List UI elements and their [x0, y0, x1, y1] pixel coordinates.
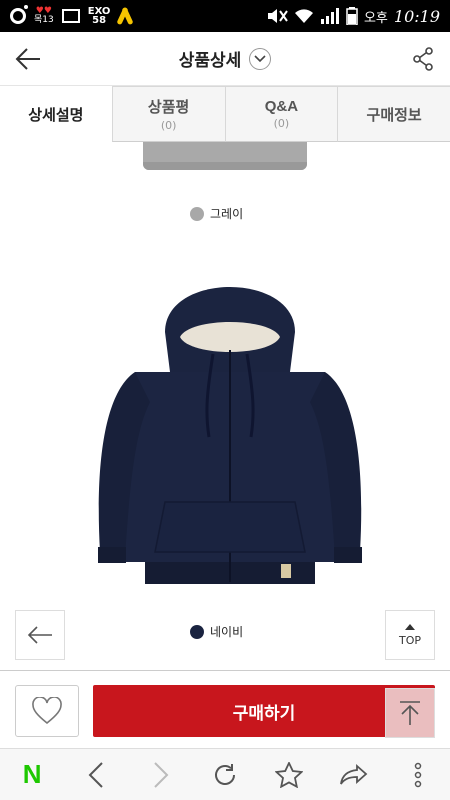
- share-button[interactable]: [412, 47, 434, 71]
- tab-label: 상품평: [147, 99, 190, 116]
- detail-tabs: 상세설명 상품평 (0) Q&A (0) 구매정보: [0, 86, 450, 142]
- tab-reviews[interactable]: 상품평 (0): [111, 86, 225, 142]
- buy-button[interactable]: 구매하기: [93, 685, 435, 737]
- clock: 10:19: [393, 6, 440, 26]
- reload-button[interactable]: [205, 755, 245, 795]
- status-bar: ♥♥ 목13 EXO 58 오후 10:19: [0, 0, 450, 32]
- grey-hoodie-image: [143, 142, 307, 170]
- chevron-down-icon: [254, 54, 266, 62]
- mute-icon: [267, 9, 288, 23]
- color-name: 네이비: [210, 625, 244, 639]
- naver-logo: N: [22, 759, 42, 789]
- color-option-navy: 네이비: [190, 623, 243, 640]
- caret-up-icon: [405, 623, 415, 630]
- tab-label: 구매정보: [366, 106, 422, 124]
- previous-button[interactable]: [15, 610, 65, 660]
- color-name: 그레이: [210, 207, 244, 221]
- browser-toolbar: N: [0, 748, 450, 800]
- battery-icon: [346, 7, 358, 25]
- more-menu-button[interactable]: [398, 755, 438, 795]
- tab-label: 상세설명: [28, 106, 84, 124]
- bookmark-button[interactable]: [269, 755, 309, 795]
- top-button[interactable]: TOP: [385, 610, 435, 660]
- app-header: 상품상세: [0, 32, 450, 86]
- tab-count: (0): [160, 119, 177, 132]
- forward-share-icon: [339, 763, 367, 785]
- chevron-left-icon: [89, 761, 104, 788]
- tab-count: (0): [273, 117, 290, 130]
- heart-icon: [32, 697, 62, 725]
- chevron-right-icon: [153, 761, 169, 788]
- share-page-button[interactable]: [334, 755, 374, 795]
- back-button[interactable]: [14, 45, 42, 73]
- tab-label: Q&A: [264, 98, 299, 115]
- title-dropdown-button[interactable]: [249, 47, 272, 70]
- product-detail-content: 그레이 네이비: [0, 142, 450, 670]
- tab-description[interactable]: 상세설명: [0, 86, 112, 142]
- navy-swatch: [190, 624, 204, 639]
- more-vertical-icon: [414, 762, 422, 787]
- wishlist-button[interactable]: [15, 685, 79, 737]
- tab-qna[interactable]: Q&A (0): [224, 86, 338, 142]
- yellow-ribbon-icon: [118, 7, 132, 25]
- top-label: TOP: [398, 633, 421, 647]
- app-notification-icon: [10, 5, 28, 24]
- star-icon: [275, 761, 304, 788]
- scroll-to-top-button[interactable]: [385, 688, 435, 738]
- naver-home-button[interactable]: N: [12, 755, 52, 795]
- arrow-up-bar-icon: [400, 701, 420, 725]
- reload-icon: [215, 763, 235, 785]
- exo-notification-icon: EXO 58: [87, 6, 111, 26]
- tab-purchase-info[interactable]: 구매정보: [337, 86, 450, 142]
- ampm-label: 오후: [363, 10, 388, 26]
- signal-icon: [320, 8, 339, 24]
- calendar-notification-icon: ♥♥ 목13: [34, 6, 54, 25]
- page-title: 상품상세: [178, 51, 242, 70]
- browser-forward-button[interactable]: [141, 755, 181, 795]
- arrow-left-icon: [15, 48, 40, 70]
- gallery-notification-icon: [61, 9, 80, 23]
- grey-swatch: [190, 206, 204, 221]
- share-icon: [413, 47, 433, 71]
- arrow-left-icon: [27, 626, 52, 644]
- navy-hoodie-image: [98, 287, 362, 584]
- color-option-grey: 그레이: [190, 205, 243, 222]
- wifi-icon: [294, 9, 313, 23]
- purchase-bar: 구매하기: [0, 670, 450, 748]
- browser-back-button[interactable]: [76, 755, 116, 795]
